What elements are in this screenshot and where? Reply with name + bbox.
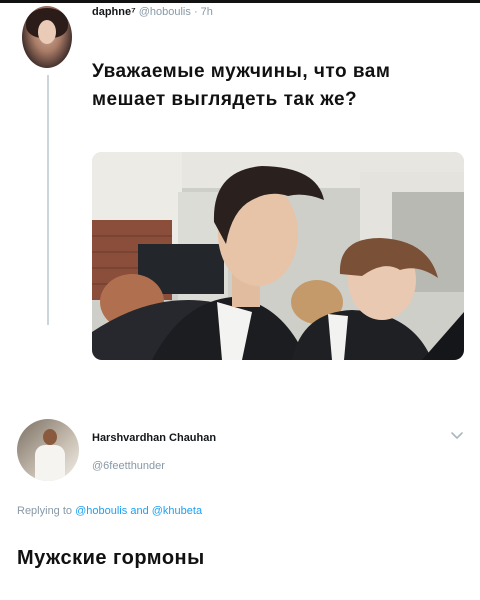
reply-author-name[interactable]: Harshvardhan Chauhan [92, 432, 216, 444]
tweet-text: Уважаемые мужчины, что вам мешает выгляд… [92, 61, 391, 110]
top-border [0, 0, 480, 3]
replying-to-line: Replying to @hoboulis and @khubeta [17, 505, 202, 517]
replying-user-link-2[interactable]: @khubeta [152, 505, 202, 517]
author-handle[interactable]: @hoboulis [139, 6, 191, 18]
replying-and: and [130, 505, 149, 517]
author-avatar[interactable] [22, 6, 72, 68]
separator-dot: · [193, 6, 198, 18]
thread-line [47, 75, 49, 325]
tweet-photo-image [92, 152, 464, 360]
author-name[interactable]: daphne⁷ [92, 6, 136, 18]
meme-caption: Мужские гормоны [17, 547, 205, 569]
chevron-down-icon[interactable] [448, 429, 466, 443]
replying-prefix: Replying to [17, 505, 73, 517]
reply-author-handle[interactable]: @6feetthunder [92, 460, 165, 472]
replying-user-link-1[interactable]: @hoboulis [75, 505, 127, 517]
tweet-time[interactable]: 7h [201, 6, 213, 18]
tweet-header: daphne⁷ @hoboulis · 7h [92, 6, 213, 18]
reply-avatar[interactable] [17, 419, 79, 481]
tweet-photo[interactable] [92, 152, 464, 360]
